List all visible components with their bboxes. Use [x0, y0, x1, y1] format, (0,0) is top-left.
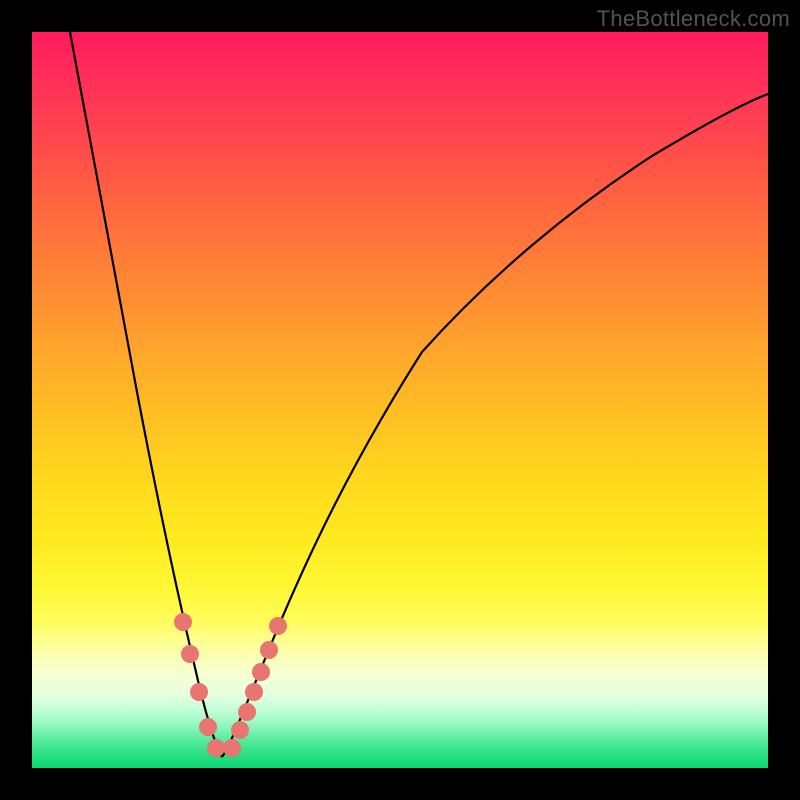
curves-svg	[32, 32, 768, 768]
marker	[245, 683, 263, 701]
marker	[207, 739, 225, 757]
marker	[174, 613, 192, 631]
plot-area	[32, 32, 768, 768]
right-curve	[222, 94, 768, 757]
marker	[199, 718, 217, 736]
marker	[223, 739, 241, 757]
marker	[181, 645, 199, 663]
left-curve	[70, 32, 222, 757]
marker	[260, 641, 278, 659]
marker	[238, 703, 256, 721]
marker	[269, 617, 287, 635]
watermark-text: TheBottleneck.com	[597, 6, 790, 32]
marker	[190, 683, 208, 701]
markers-left	[174, 613, 225, 757]
marker	[252, 663, 270, 681]
chart-frame: TheBottleneck.com	[0, 0, 800, 800]
marker	[231, 721, 249, 739]
